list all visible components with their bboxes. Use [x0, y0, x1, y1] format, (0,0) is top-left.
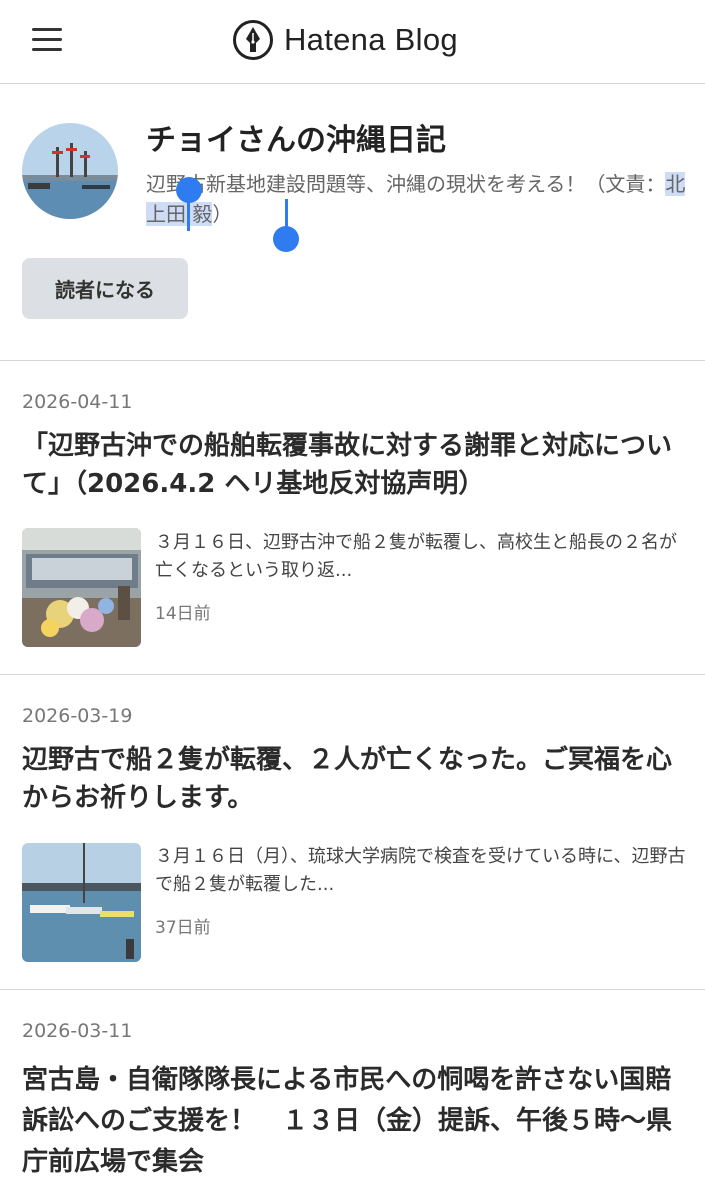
entry-thumbnail[interactable]	[22, 528, 141, 647]
entry-card: 2026-03-11 宮古島・自衛隊隊長による市民への恫喝を許さない国賠訴訟への…	[0, 990, 705, 1199]
entry-title[interactable]: 宮古島・自衛隊隊長による市民への恫喝を許さない国賠訴訟へのご支援を！ １３日（金…	[22, 1060, 690, 1183]
menu-line	[32, 38, 62, 41]
entry-summary: ３月１６日（月）、琉球大学病院で検査を受けている時に、辺野古で船２隻が転覆した.…	[155, 846, 686, 895]
entry-card: 2026-04-11 「辺野古沖での船舶転覆事故に対する謝罪と対応について」（2…	[0, 361, 705, 675]
entry-summary: ３月１６日、辺野古沖で船２隻が転覆し、高校生と船長の２名が亡くなるという取り返.…	[155, 532, 677, 581]
follow-button[interactable]: 読者になる	[22, 258, 188, 319]
hatena-pen-icon	[233, 20, 273, 60]
entry-thumbnail[interactable]	[22, 843, 141, 962]
blog-header: チョイさんの沖縄日記 辺野古新基地建設問題等、沖縄の現状を考える！（文責：北上田…	[0, 85, 705, 361]
menu-line	[32, 28, 62, 31]
entry-card: 2026-03-19 辺野古で船２隻が転覆、２人が亡くなった。ご冥福を心からお祈…	[0, 675, 705, 990]
hamburger-menu-icon[interactable]	[30, 26, 66, 56]
harbor-cranes-image	[22, 123, 118, 219]
menu-line	[32, 48, 62, 51]
entry-date: 2026-03-11	[22, 1020, 133, 1042]
entry-relative-time: 37日前	[155, 918, 211, 938]
hatena-blog-logo[interactable]: Hatena Blog	[232, 18, 458, 62]
entry-title[interactable]: 「辺野古沖での船舶転覆事故に対する謝罪と対応について」（2026.4.2 ヘリ基…	[22, 427, 690, 503]
selection-end-handle[interactable]	[273, 226, 299, 252]
selection-start-bar	[187, 191, 190, 231]
entry-date: 2026-04-11	[22, 391, 133, 413]
boats-in-harbor-photo	[22, 843, 141, 962]
blog-description: 辺野古新基地建設問題等、沖縄の現状を考える！（文責：北上田 毅）	[146, 169, 694, 229]
memorial-flowers-photo	[22, 528, 141, 647]
description-text-end: ）	[212, 202, 233, 226]
description-text: 辺野古新基地建設問題等、沖縄の現状を考える！（文責：	[146, 172, 666, 196]
logo-text: Hatena Blog	[284, 22, 458, 57]
entry-title[interactable]: 辺野古で船２隻が転覆、２人が亡くなった。ご冥福を心からお祈りします。	[22, 741, 690, 817]
top-bar: Hatena Blog	[0, 0, 705, 84]
entry-date: 2026-03-19	[22, 705, 133, 727]
blog-title[interactable]: チョイさんの沖縄日記	[146, 115, 446, 159]
entry-relative-time: 14日前	[155, 604, 211, 624]
blog-avatar[interactable]	[22, 123, 118, 219]
